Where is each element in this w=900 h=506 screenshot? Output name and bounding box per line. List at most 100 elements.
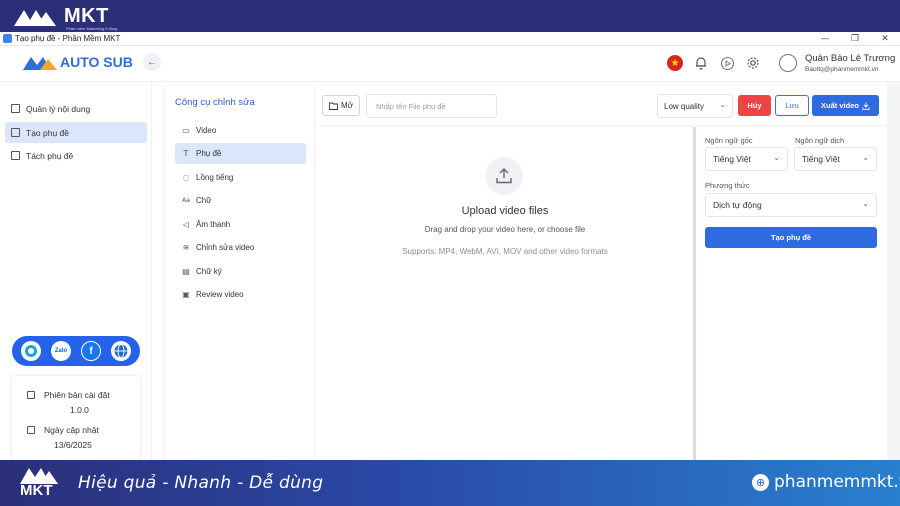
user-email: Baottq@phanmemmkt.vn bbox=[805, 66, 879, 73]
app-icon bbox=[3, 34, 12, 43]
user-avatar[interactable] bbox=[779, 54, 797, 72]
close-button[interactable]: ✕ bbox=[870, 32, 900, 46]
tool-label: Chữ bbox=[196, 196, 212, 205]
create-subtitle-button[interactable]: Tạo phụ đề bbox=[705, 227, 877, 248]
upload-title: Upload video files bbox=[461, 205, 549, 217]
signature-icon: ▤ bbox=[182, 267, 190, 276]
bell-icon bbox=[696, 57, 706, 70]
export-video-button[interactable]: Xuất video bbox=[812, 95, 879, 116]
upload-button[interactable] bbox=[485, 157, 523, 195]
video-upload-dropzone[interactable]: Upload video files Drag and drop your vi… bbox=[316, 127, 694, 460]
settings-button[interactable] bbox=[742, 52, 764, 74]
tool-edit-video[interactable]: ≋ Chỉnh sửa video bbox=[175, 237, 306, 258]
gear-icon bbox=[747, 57, 759, 69]
tool-video[interactable]: ▭ Video bbox=[175, 120, 306, 141]
sidebar-item-label: Tách phụ đề bbox=[26, 150, 74, 161]
quality-value: Low quality bbox=[664, 101, 705, 111]
upload-formats: Supports: MP4, WebM, AVI, MOV and other … bbox=[402, 247, 608, 256]
maximize-button[interactable]: ❐ bbox=[840, 32, 870, 46]
document-icon bbox=[11, 104, 20, 113]
tool-label: Âm thanh bbox=[196, 220, 231, 229]
chevron-left-icon: ← bbox=[147, 56, 157, 68]
tool-label: Video bbox=[196, 126, 217, 135]
image-icon: ▣ bbox=[182, 290, 190, 299]
tutorial-button[interactable] bbox=[716, 52, 738, 74]
window-controls: — ❐ ✕ bbox=[810, 32, 900, 46]
website-link[interactable] bbox=[111, 341, 131, 361]
user-name: Quân Bảo Lê Trương bbox=[805, 53, 896, 64]
save-button[interactable]: Lưu bbox=[775, 95, 809, 116]
method-select[interactable]: Dịch tự động ⌄ bbox=[705, 193, 877, 217]
brand-tagline: Phần mềm Marketing 0 đồng bbox=[66, 26, 118, 31]
minimize-button[interactable]: — bbox=[810, 32, 840, 46]
calendar-icon bbox=[27, 426, 35, 434]
window-title: Tạo phụ đề - Phần Mềm MKT bbox=[15, 34, 121, 43]
support-link[interactable] bbox=[21, 341, 41, 361]
folder-icon bbox=[329, 102, 338, 110]
tool-label: Chữ ký bbox=[196, 267, 222, 276]
brand-text: MKT bbox=[64, 5, 109, 27]
tool-label: Phụ đề bbox=[196, 149, 222, 158]
subtitle-filename-input[interactable] bbox=[366, 94, 497, 118]
editor-toolbar: Mở Low quality ⌄ Hủy Lưu Xuất video bbox=[316, 86, 886, 126]
cancel-button[interactable]: Hủy bbox=[738, 95, 771, 116]
chevron-down-icon: ⌄ bbox=[862, 153, 869, 162]
speaker-icon: ◁ bbox=[182, 220, 190, 229]
update-value: 13/6/2025 bbox=[54, 440, 92, 450]
tool-review-video[interactable]: ▣ Review video bbox=[175, 284, 306, 305]
tool-signature[interactable]: ▤ Chữ ký bbox=[175, 261, 306, 282]
tool-voiceover[interactable]: ◌ Lồng tiếng bbox=[175, 167, 306, 188]
mkt-logo-icon bbox=[14, 9, 56, 26]
method-value: Dịch tự động bbox=[713, 200, 762, 210]
sidebar-item-label: Quản lý nội dung bbox=[26, 103, 91, 114]
source-language-label: Ngôn ngữ gốc bbox=[705, 136, 753, 145]
tool-audio[interactable]: ◁ Âm thanh bbox=[175, 214, 306, 235]
sidebar-item-extract-subtitle[interactable]: Tách phụ đề bbox=[5, 145, 147, 166]
chevron-down-icon: ⌄ bbox=[773, 153, 780, 162]
tool-label: Chỉnh sửa video bbox=[196, 243, 255, 252]
support-icon bbox=[25, 345, 37, 357]
version-label: Phiên bản cài đặt bbox=[44, 390, 110, 400]
sidebar-item-content-management[interactable]: Quản lý nội dung bbox=[5, 98, 147, 119]
source-language-select[interactable]: Tiếng Việt ⌄ bbox=[705, 147, 788, 171]
layers-icon: ≋ bbox=[182, 243, 190, 252]
chevron-down-icon: ⌄ bbox=[862, 199, 869, 208]
autosub-logo-icon bbox=[23, 57, 57, 70]
open-label: Mở bbox=[341, 101, 353, 110]
social-links: Zalo f bbox=[12, 336, 140, 366]
quality-select[interactable]: Low quality ⌄ bbox=[657, 94, 733, 118]
update-label: Ngày cập nhật bbox=[44, 425, 99, 435]
tool-subtitle[interactable]: T Phụ đề bbox=[175, 143, 306, 164]
panel-resize-handle[interactable] bbox=[693, 127, 696, 460]
facebook-icon: f bbox=[89, 345, 93, 357]
zalo-link[interactable]: Zalo bbox=[51, 341, 71, 361]
tool-text[interactable]: Aa Chữ bbox=[175, 190, 306, 211]
version-info-card: Phiên bản cài đặt 1.0.0 Ngày cập nhật 13… bbox=[12, 376, 140, 460]
top-brand-banner: MKT Phần mềm Marketing 0 đồng bbox=[0, 0, 900, 32]
play-circle-icon bbox=[720, 56, 734, 70]
language-button[interactable]: ★ bbox=[664, 52, 686, 74]
facebook-link[interactable]: f bbox=[81, 341, 101, 361]
header-actions: ★ bbox=[664, 52, 764, 74]
tool-label: Review video bbox=[196, 290, 244, 299]
editing-tools-panel: Công cụ chỉnh sửa ▭ Video T Phụ đề ◌ Lồn… bbox=[164, 86, 315, 460]
text-icon: T bbox=[183, 149, 189, 158]
collapse-sidebar-button[interactable]: ← bbox=[143, 53, 161, 71]
open-file-button[interactable]: Mở bbox=[322, 95, 360, 116]
autosub-logo[interactable]: AUTO SUB bbox=[22, 53, 133, 71]
font-icon: Aa bbox=[182, 197, 190, 204]
website-badge: ⊕ phanmemmkt.vn bbox=[752, 472, 900, 492]
target-language-select[interactable]: Tiếng Việt ⌄ bbox=[794, 147, 877, 171]
upload-subtitle: Drag and drop your video here, or choose… bbox=[424, 225, 586, 234]
method-label: Phương thức bbox=[705, 181, 750, 190]
version-value: 1.0.0 bbox=[70, 405, 89, 415]
vietnam-flag-icon: ★ bbox=[667, 55, 683, 71]
slogan: Hiệu quả - Nhanh - Dễ dùng bbox=[78, 473, 324, 493]
subtitle-settings-panel: Ngôn ngữ gốc Tiếng Việt ⌄ Ngôn ngữ dịch … bbox=[697, 127, 886, 460]
sidebar-item-create-subtitle[interactable]: Tạo phụ đề bbox=[5, 122, 147, 143]
upload-icon bbox=[496, 168, 512, 184]
notification-button[interactable] bbox=[690, 52, 712, 74]
subtitle-icon bbox=[11, 128, 20, 137]
website-url: phanmemmkt.vn bbox=[774, 472, 900, 492]
sidebar-item-label: Tạo phụ đề bbox=[26, 127, 70, 138]
